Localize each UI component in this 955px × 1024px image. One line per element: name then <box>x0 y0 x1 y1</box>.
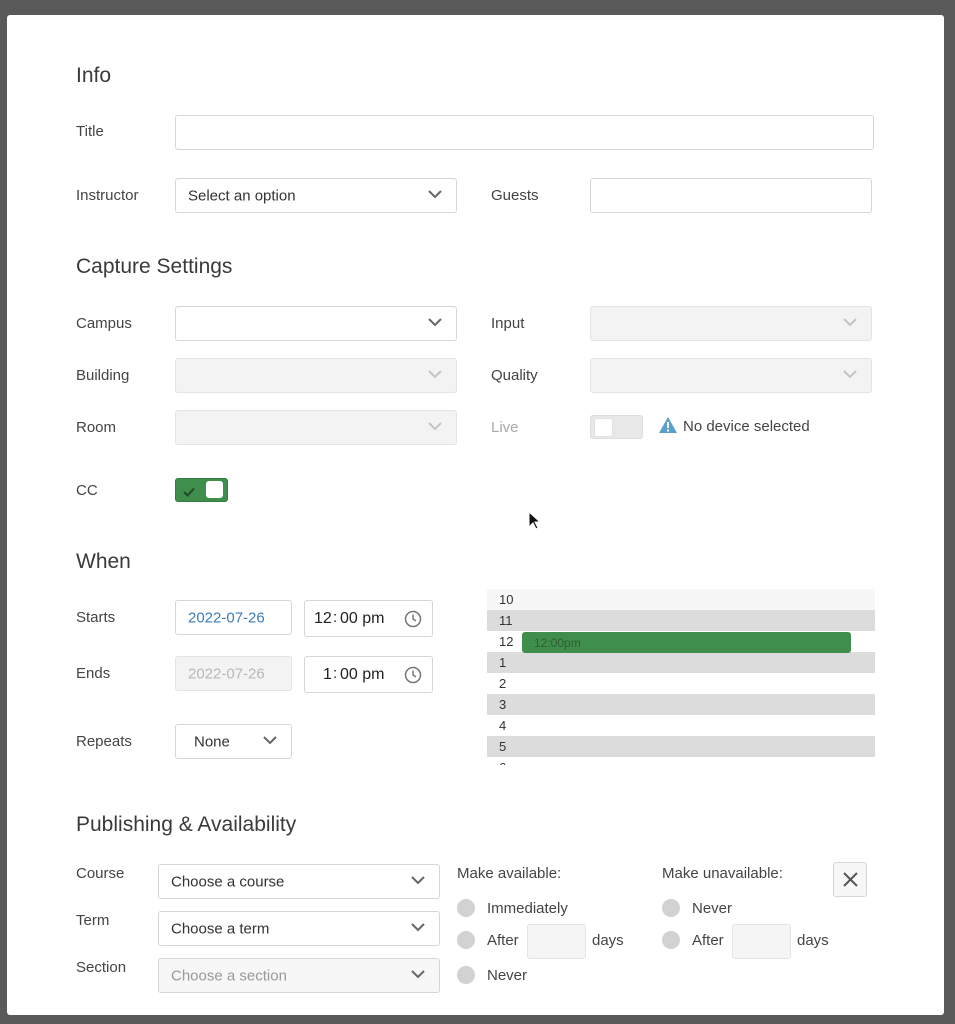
section-select[interactable]: Choose a section <box>158 958 440 993</box>
chevron-down-icon <box>428 419 442 433</box>
unavailable-never-radio[interactable] <box>662 899 680 917</box>
room-label: Room <box>76 419 117 436</box>
start-time-input[interactable]: 12 : 00 pm <box>304 600 433 637</box>
chevron-down-icon <box>428 315 442 329</box>
capture-heading: Capture Settings <box>76 255 233 278</box>
mouse-cursor-icon <box>528 510 542 536</box>
calendar-hour-row: 1 <box>487 652 875 673</box>
building-select[interactable] <box>175 358 457 393</box>
calendar-hour-row: 4 <box>499 718 507 733</box>
calendar-hour-row: 5 <box>487 736 875 757</box>
repeats-value: None <box>194 733 230 750</box>
instructor-select[interactable]: Select an option <box>175 178 457 213</box>
quality-select[interactable] <box>590 358 872 393</box>
term-select[interactable]: Choose a term <box>158 911 440 946</box>
clock-icon <box>404 666 422 689</box>
live-label: Live <box>491 419 519 436</box>
available-days-input[interactable] <box>527 924 586 959</box>
start-date-value: 2022-07-26 <box>188 609 265 626</box>
check-icon <box>183 484 195 502</box>
chevron-down-icon <box>843 315 857 329</box>
section-label: Section <box>76 959 127 976</box>
campus-select[interactable] <box>175 306 457 341</box>
course-value: Choose a course <box>171 873 285 890</box>
dialog: Info Title Instructor Select an option G… <box>7 15 944 1015</box>
calendar-hour-row: 6 <box>487 757 875 765</box>
chevron-down-icon <box>428 367 442 381</box>
unavailable-after-label: After <box>692 932 724 949</box>
clock-icon <box>404 610 422 633</box>
guests-label: Guests <box>491 187 539 204</box>
section-value: Choose a section <box>171 967 287 984</box>
ends-label: Ends <box>76 665 111 682</box>
unavailable-days-label: days <box>797 932 829 949</box>
instructor-label: Instructor <box>76 187 139 204</box>
available-never-label: Never <box>487 967 528 984</box>
input-select[interactable] <box>590 306 872 341</box>
chevron-down-icon <box>428 187 442 201</box>
end-date-input[interactable]: 2022-07-26 <box>175 656 292 691</box>
term-value: Choose a term <box>171 920 270 937</box>
event-label: 12:00pm <box>534 636 581 650</box>
chevron-down-icon <box>263 733 277 747</box>
close-icon <box>842 871 859 893</box>
input-label: Input <box>491 315 525 332</box>
starts-label: Starts <box>76 609 116 626</box>
warning-icon <box>658 416 678 439</box>
campus-label: Campus <box>76 315 132 332</box>
end-hour: 1 <box>323 666 332 683</box>
day-calendar[interactable]: 10 11 12 1 2 3 4 5 6 12:00pm <box>487 589 875 765</box>
live-toggle[interactable] <box>590 415 643 439</box>
start-hour: 12 <box>314 610 332 627</box>
available-after-radio[interactable] <box>457 931 475 949</box>
when-heading: When <box>76 550 131 573</box>
quality-label: Quality <box>491 367 538 384</box>
make-unavailable-title: Make unavailable: <box>662 865 783 882</box>
course-select[interactable]: Choose a course <box>158 864 440 899</box>
chevron-down-icon <box>411 873 425 887</box>
title-input[interactable] <box>175 115 874 150</box>
remove-publishing-button[interactable] <box>833 862 867 897</box>
make-available-title: Make available: <box>457 865 562 882</box>
chevron-down-icon <box>411 967 425 981</box>
cc-toggle[interactable] <box>175 478 228 502</box>
toggle-knob <box>594 418 613 437</box>
course-label: Course <box>76 865 125 882</box>
unavailable-never-label: Never <box>692 900 733 917</box>
start-date-input[interactable]: 2022-07-26 <box>175 600 292 635</box>
title-label: Title <box>76 123 104 140</box>
chevron-down-icon <box>411 920 425 934</box>
end-time-input[interactable]: 1 : 00 pm <box>304 656 433 693</box>
end-date-value: 2022-07-26 <box>188 665 265 682</box>
info-heading: Info <box>76 64 112 87</box>
unavailable-after-radio[interactable] <box>662 931 680 949</box>
repeats-label: Repeats <box>76 733 132 750</box>
publishing-heading: Publishing & Availability <box>76 813 297 836</box>
no-device-text: No device selected <box>683 418 810 435</box>
calendar-hour-row: 2 <box>499 676 507 691</box>
building-label: Building <box>76 367 130 384</box>
available-immediately-radio[interactable] <box>457 899 475 917</box>
calendar-event[interactable]: 12:00pm <box>522 632 851 653</box>
toggle-knob <box>206 481 223 498</box>
calendar-hour-row: 3 <box>487 694 875 715</box>
cc-label: CC <box>76 482 98 499</box>
calendar-hour-row: 11 <box>487 610 875 631</box>
room-select[interactable] <box>175 410 457 445</box>
calendar-hour-row: 10 <box>487 589 875 610</box>
time-separator: : <box>333 665 338 682</box>
end-minute: 00 pm <box>340 666 385 683</box>
repeats-select[interactable]: None <box>175 724 292 759</box>
start-minute: 00 pm <box>340 610 385 627</box>
available-never-radio[interactable] <box>457 966 475 984</box>
instructor-value: Select an option <box>188 187 296 204</box>
guests-input[interactable] <box>590 178 872 213</box>
time-separator: : <box>333 609 338 626</box>
term-label: Term <box>76 912 110 929</box>
chevron-down-icon <box>843 367 857 381</box>
unavailable-days-input[interactable] <box>732 924 791 959</box>
available-immediately-label: Immediately <box>487 900 568 917</box>
available-after-label: After <box>487 932 519 949</box>
available-days-label: days <box>592 932 624 949</box>
